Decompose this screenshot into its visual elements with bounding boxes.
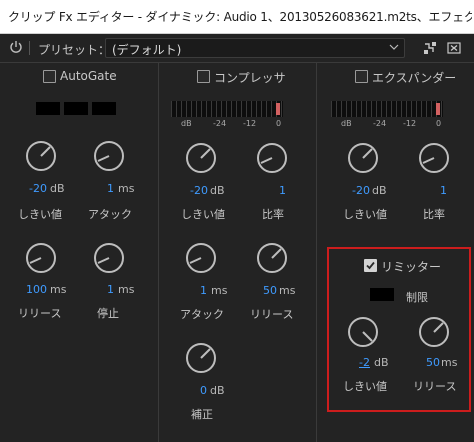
compressor-checkbox[interactable]: [197, 70, 210, 83]
limit-indicator: [370, 288, 394, 301]
limiter-release-unit: ms: [441, 356, 458, 369]
compressor-attack-label: アタック: [180, 308, 224, 321]
autogate-attack-value[interactable]: 1: [107, 182, 114, 195]
meter-ticks: [331, 101, 443, 117]
title-bar: クリップ Fx エディター - ダイナミック: Audio 1、20130526…: [0, 0, 474, 34]
limiter-label: リミッター: [381, 260, 442, 274]
limiter-release-label: リリース: [413, 380, 457, 393]
gate-indicator: [36, 102, 60, 115]
autogate-hold-label: 停止: [97, 307, 119, 320]
meter-scale-label: dB: [181, 119, 192, 128]
compressor-ratio-label: 比率: [262, 208, 284, 221]
compressor-release-knob[interactable]: [256, 242, 288, 274]
autogate-label: AutoGate: [60, 69, 117, 83]
limiter-threshold-knob[interactable]: [347, 316, 379, 348]
meter-ticks: [171, 101, 283, 117]
compressor-makeup-value[interactable]: 0: [200, 384, 207, 397]
autogate-release-knob[interactable]: [25, 242, 57, 274]
meter-scale-label: -24: [373, 119, 387, 128]
compressor-threshold-value[interactable]: -20: [190, 184, 208, 197]
limiter-threshold-unit: dB: [374, 356, 389, 369]
compressor-release-value[interactable]: 50: [263, 284, 277, 297]
expander-threshold-value[interactable]: -20: [352, 184, 370, 197]
autogate-attack-knob[interactable]: [93, 140, 125, 172]
expander-label: エクスパンダー: [372, 71, 457, 85]
power-icon[interactable]: [9, 40, 23, 54]
window-title: クリップ Fx エディター - ダイナミック: Audio 1、20130526…: [8, 10, 472, 24]
limit-label: 制限: [406, 291, 428, 304]
expander-threshold-knob[interactable]: [347, 142, 379, 174]
autogate-release-unit: ms: [50, 283, 67, 296]
column-divider: [316, 63, 317, 442]
expander-ratio-value[interactable]: 1: [440, 184, 447, 197]
limiter-checkbox[interactable]: [364, 259, 377, 272]
autogate-release-value[interactable]: 100: [26, 283, 47, 296]
meter-scale-label: dB: [341, 119, 352, 128]
limiter-threshold-label: しきい値: [343, 380, 387, 393]
preset-label: プリセット：: [38, 43, 111, 57]
autogate-attack-label: アタック: [88, 208, 132, 221]
column-divider: [158, 63, 159, 442]
autogate-checkbox[interactable]: [43, 70, 56, 83]
compressor-threshold-unit: dB: [210, 184, 225, 197]
compressor-release-label: リリース: [250, 308, 294, 321]
delete-preset-icon[interactable]: [447, 41, 461, 55]
preset-dropdown[interactable]: (デフォルト): [105, 38, 405, 58]
autogate-hold-knob[interactable]: [93, 242, 125, 274]
compressor-label: コンプレッサ: [214, 71, 286, 85]
limiter-release-value[interactable]: 50: [426, 356, 440, 369]
autogate-hold-value[interactable]: 1: [107, 283, 114, 296]
compressor-ratio-knob[interactable]: [256, 142, 288, 174]
meter-scale-label: -12: [243, 119, 257, 128]
expander-threshold-unit: dB: [372, 184, 387, 197]
autogate-threshold-value[interactable]: -20: [29, 182, 47, 195]
gate-indicator: [92, 102, 116, 115]
expander-ratio-label: 比率: [423, 208, 445, 221]
expander-meter: [331, 101, 443, 117]
autogate-threshold-unit: dB: [50, 182, 65, 195]
expander-checkbox[interactable]: [355, 70, 368, 83]
chevron-down-icon: [389, 44, 399, 50]
compressor-attack-unit: ms: [211, 284, 228, 297]
autogate-release-label: リリース: [18, 307, 62, 320]
meter-scale-label: -24: [213, 119, 227, 128]
compressor-attack-value[interactable]: 1: [200, 284, 207, 297]
compressor-threshold-label: しきい値: [181, 208, 225, 221]
meter-peak-indicator: [436, 103, 440, 115]
autogate-threshold-label: しきい値: [18, 208, 62, 221]
toolbar: プリセット： (デフォルト): [0, 34, 474, 62]
limiter-threshold-value[interactable]: -2: [359, 356, 370, 369]
compressor-makeup-knob[interactable]: [185, 342, 217, 374]
compressor-attack-knob[interactable]: [185, 242, 217, 274]
preset-value: (デフォルト): [112, 43, 182, 57]
compressor-ratio-value[interactable]: 1: [279, 184, 286, 197]
meter-scale-label: 0: [436, 119, 442, 128]
expander-ratio-knob[interactable]: [418, 142, 450, 174]
autogate-threshold-knob[interactable]: [25, 140, 57, 172]
meter-peak-indicator: [276, 103, 280, 115]
compressor-release-unit: ms: [279, 284, 296, 297]
limiter-release-knob[interactable]: [418, 316, 450, 348]
save-preset-icon[interactable]: [423, 41, 437, 55]
toolbar-divider: [0, 62, 474, 63]
checkmark-icon: [366, 261, 375, 270]
toolbar-separator: [29, 41, 30, 55]
compressor-meter: [171, 101, 283, 117]
expander-threshold-label: しきい値: [343, 208, 387, 221]
autogate-hold-unit: ms: [118, 283, 135, 296]
compressor-threshold-knob[interactable]: [185, 142, 217, 174]
meter-scale-label: 0: [276, 119, 282, 128]
gate-indicator: [64, 102, 88, 115]
autogate-attack-unit: ms: [118, 182, 135, 195]
compressor-makeup-unit: dB: [210, 384, 225, 397]
compressor-makeup-label: 補正: [191, 408, 213, 421]
meter-scale-label: -12: [403, 119, 417, 128]
